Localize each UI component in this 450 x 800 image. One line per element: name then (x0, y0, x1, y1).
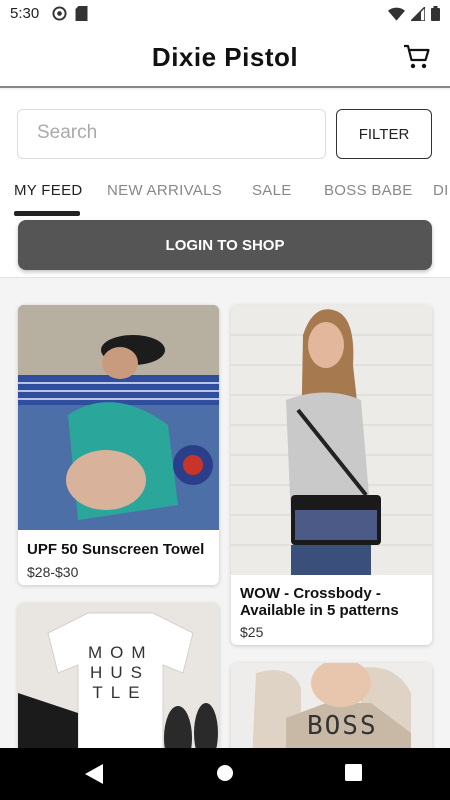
search-input[interactable]: Search (17, 109, 326, 159)
signal-icon (411, 6, 425, 21)
product-card[interactable]: MOM HUS TLE (18, 603, 219, 748)
app-bar: Dixie Pistol (0, 28, 450, 88)
back-icon[interactable] (85, 764, 103, 784)
product-card[interactable]: UPF 50 Sunscreen Towel $28-$30 (18, 305, 219, 585)
status-bar: 5:30 (0, 0, 450, 28)
tab-boss-babe[interactable]: BOSS BABE (324, 182, 413, 199)
sync-icon (52, 6, 67, 21)
tee-print-line: MOM (88, 643, 154, 662)
recents-icon[interactable] (345, 764, 362, 781)
tee-print: BOSS (307, 711, 378, 741)
tab-my-feed[interactable]: MY FEED (14, 182, 83, 199)
product-card[interactable]: BOSS (231, 663, 432, 748)
tee-print-line: TLE (92, 683, 148, 702)
cart-button[interactable] (402, 42, 432, 72)
system-nav-bar (0, 748, 450, 800)
tab-new-arrivals[interactable]: NEW ARRIVALS (107, 182, 222, 199)
status-time: 5:30 (10, 5, 40, 22)
tee-print-line: HUS (90, 663, 150, 682)
product-price: $28-$30 (27, 564, 79, 580)
cart-icon (404, 44, 430, 69)
home-icon[interactable] (216, 764, 234, 782)
product-image[interactable] (231, 305, 432, 575)
product-feed[interactable]: UPF 50 Sunscreen Towel $28-$30 WOW - Cro… (0, 278, 450, 748)
login-to-shop-button[interactable]: LOGIN TO SHOP (18, 220, 432, 270)
login-strip: LOGIN TO SHOP (0, 216, 450, 278)
category-tabs: MY FEED NEW ARRIVALS SALE BOSS BABE DI (0, 178, 450, 216)
tab-sale[interactable]: SALE (252, 182, 292, 199)
product-name[interactable]: UPF 50 Sunscreen Towel (27, 541, 204, 558)
search-row: Search FILTER (0, 90, 450, 178)
wifi-icon (388, 7, 405, 21)
filter-button[interactable]: FILTER (336, 109, 432, 159)
sd-card-icon (75, 6, 88, 21)
product-card[interactable]: WOW - Crossbody - Available in 5 pattern… (231, 305, 432, 645)
product-image[interactable] (18, 305, 219, 530)
tab-partial[interactable]: DI (433, 182, 449, 199)
battery-icon (431, 6, 440, 21)
tee-print: MOM HUS TLE (88, 643, 152, 703)
product-name[interactable]: WOW - Crossbody - Available in 5 pattern… (240, 585, 432, 619)
product-price: $25 (240, 624, 264, 640)
app-title: Dixie Pistol (151, 42, 299, 72)
